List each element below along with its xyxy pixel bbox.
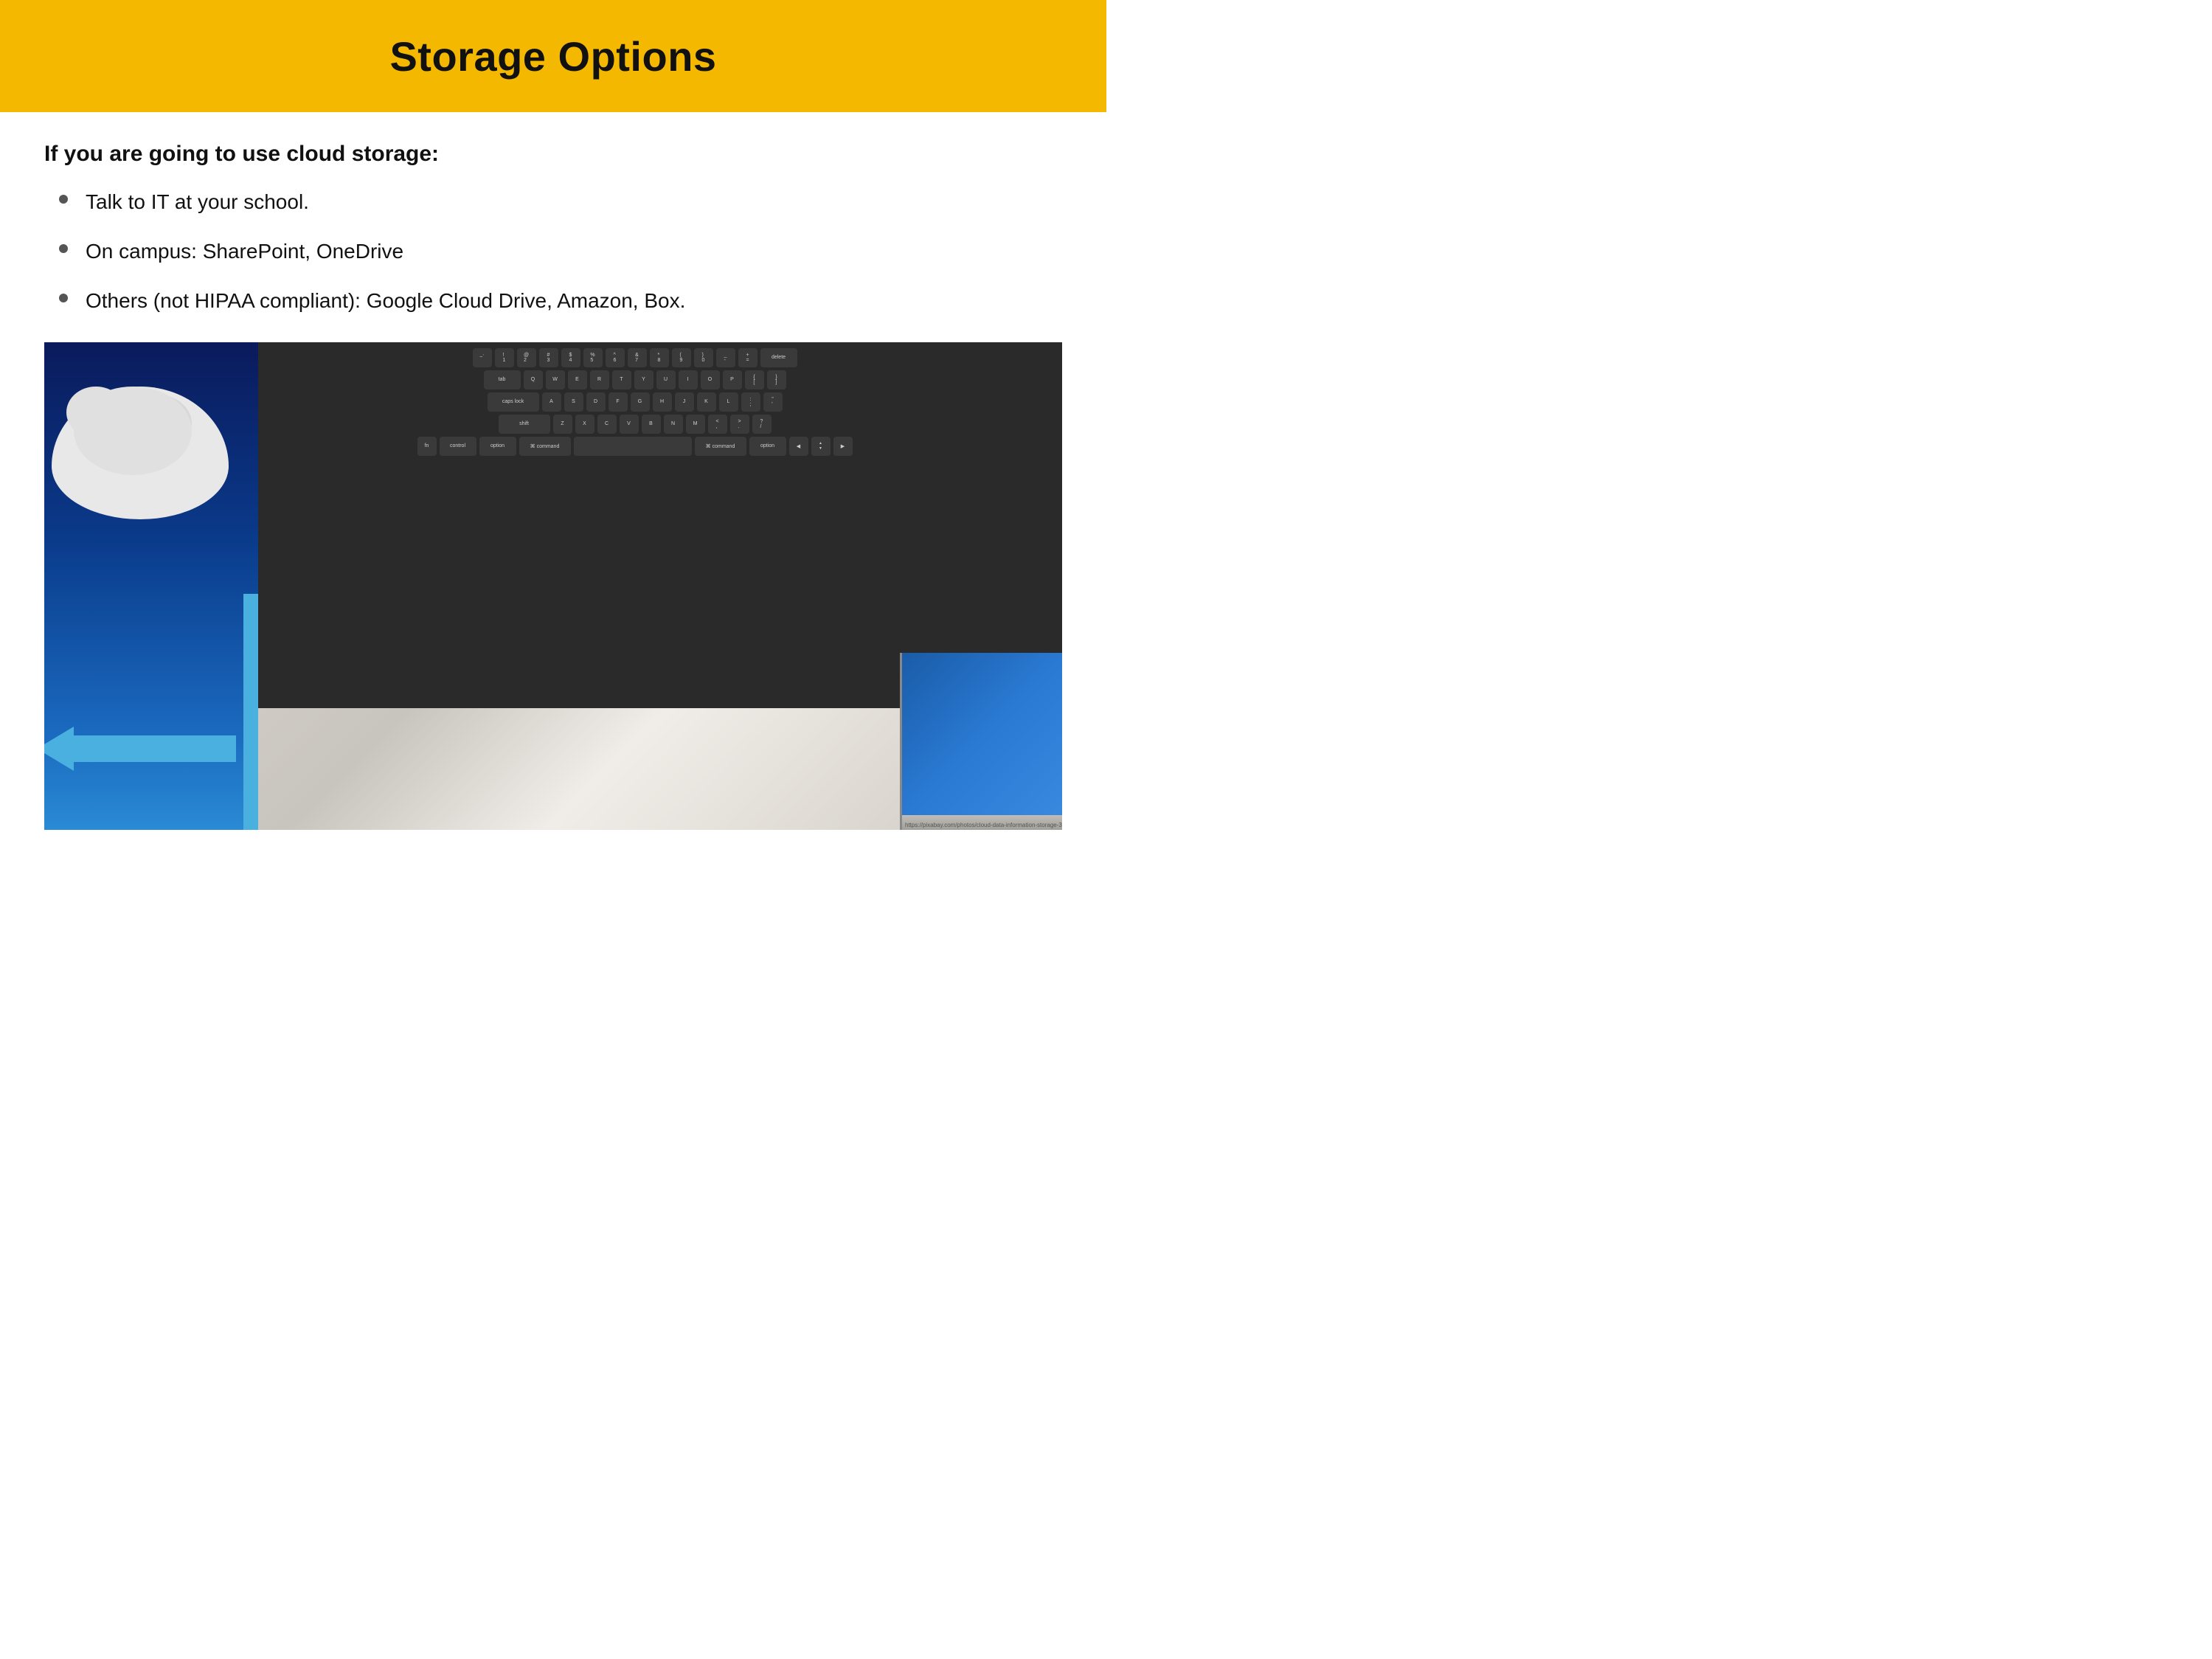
key-7: &7 (628, 348, 647, 367)
key-row-2: tab Q W E R T Y U I O P {[ }] (258, 370, 1062, 389)
key-z: Z (553, 415, 572, 434)
key-command-left: ⌘ command (519, 437, 571, 456)
key-tilde: ~` (473, 348, 492, 367)
key-row-4: shift Z X C V B N M <, >. ?/ (258, 415, 1062, 434)
key-l: L (719, 392, 738, 412)
cloud-storage-intro: If you are going to use cloud storage: (44, 142, 1062, 167)
key-tab: tab (484, 370, 521, 389)
arrow-left (44, 727, 236, 771)
key-g: G (631, 392, 650, 412)
url-bar: https://pixabay.com/photos/cloud-data-in… (902, 822, 1062, 828)
key-o: O (701, 370, 720, 389)
bullet-list: Talk to IT at your school. On campus: Sh… (59, 187, 1062, 336)
key-command-right: ⌘ command (695, 437, 746, 456)
key-fn: fn (417, 437, 437, 456)
key-y: Y (634, 370, 653, 389)
key-arrow-up-down: ▲▼ (811, 437, 831, 456)
key-option-left: option (479, 437, 516, 456)
bullet-dot-1 (59, 195, 68, 204)
vertical-bar (243, 594, 258, 830)
key-q: Q (524, 370, 543, 389)
key-delete: delete (760, 348, 797, 367)
key-slash: ?/ (752, 415, 772, 434)
key-row-5: fn control option ⌘ command ⌘ command op… (258, 437, 1062, 456)
arrow-head (44, 727, 74, 771)
key-p: P (723, 370, 742, 389)
key-3: #3 (539, 348, 558, 367)
header-bar: Storage Options (0, 0, 1106, 112)
key-control: control (440, 437, 476, 456)
bullet-text-1: Talk to IT at your school. (86, 187, 309, 216)
cloud-shape (44, 357, 258, 549)
key-4: $4 (561, 348, 580, 367)
key-option-right: option (749, 437, 786, 456)
slide-title: Storage Options (389, 32, 716, 80)
key-a: A (542, 392, 561, 412)
key-8: *8 (650, 348, 669, 367)
key-e: E (568, 370, 587, 389)
key-x: X (575, 415, 594, 434)
content-area: If you are going to use cloud storage: T… (0, 112, 1106, 830)
key-0: )0 (694, 348, 713, 367)
key-1: !1 (495, 348, 514, 367)
key-b: B (642, 415, 661, 434)
key-bracket-right: }] (767, 370, 786, 389)
keyboard-image: ~` !1 @2 #3 $4 %5 ^6 &7 *8 (9 )0 _- (258, 342, 1062, 830)
key-h: H (653, 392, 672, 412)
key-5: %5 (583, 348, 603, 367)
key-r: R (590, 370, 609, 389)
key-2: @2 (517, 348, 536, 367)
list-item: Talk to IT at your school. (59, 187, 1062, 216)
key-c: C (597, 415, 617, 434)
key-shift-left: shift (499, 415, 550, 434)
key-9: (9 (672, 348, 691, 367)
key-t: T (612, 370, 631, 389)
key-u: U (656, 370, 676, 389)
cloud-bump-medium (118, 394, 192, 453)
key-j: J (675, 392, 694, 412)
key-w: W (546, 370, 565, 389)
key-caps: caps lock (488, 392, 539, 412)
cloud-image (44, 342, 258, 830)
key-v: V (620, 415, 639, 434)
slide: Storage Options If you are going to use … (0, 0, 1106, 830)
key-equals: += (738, 348, 757, 367)
images-row: ~` !1 @2 #3 $4 %5 ^6 &7 *8 (9 )0 _- (44, 342, 1062, 830)
key-row-3: caps lock A S D F G H J K L :; "' (258, 392, 1062, 412)
key-k: K (697, 392, 716, 412)
key-semicolon: :; (741, 392, 760, 412)
list-item: Others (not HIPAA compliant): Google Clo… (59, 286, 1062, 315)
key-minus: _- (716, 348, 735, 367)
key-row-1: ~` !1 @2 #3 $4 %5 ^6 &7 *8 (9 )0 _- (258, 348, 1062, 367)
bullet-dot-3 (59, 294, 68, 302)
key-d: D (586, 392, 606, 412)
key-6: ^6 (606, 348, 625, 367)
arrow-shaft (74, 735, 236, 762)
key-space (574, 437, 692, 456)
key-period: >. (730, 415, 749, 434)
cloud-bump-small (66, 387, 125, 438)
key-quote: "' (763, 392, 783, 412)
bullet-text-2: On campus: SharePoint, OneDrive (86, 237, 403, 266)
bullet-dot-2 (59, 244, 68, 253)
key-s: S (564, 392, 583, 412)
key-arrow-left: ◀ (789, 437, 808, 456)
key-bracket-left: {[ (745, 370, 764, 389)
key-arrow-right: ▶ (833, 437, 853, 456)
key-m: M (686, 415, 705, 434)
list-item: On campus: SharePoint, OneDrive (59, 237, 1062, 266)
bullet-text-3: Others (not HIPAA compliant): Google Clo… (86, 286, 685, 315)
blue-screen-laptop: https://pixabay.com/photos/cloud-data-in… (900, 653, 1062, 830)
key-f: F (609, 392, 628, 412)
key-n: N (664, 415, 683, 434)
key-comma: <, (708, 415, 727, 434)
key-i: I (679, 370, 698, 389)
